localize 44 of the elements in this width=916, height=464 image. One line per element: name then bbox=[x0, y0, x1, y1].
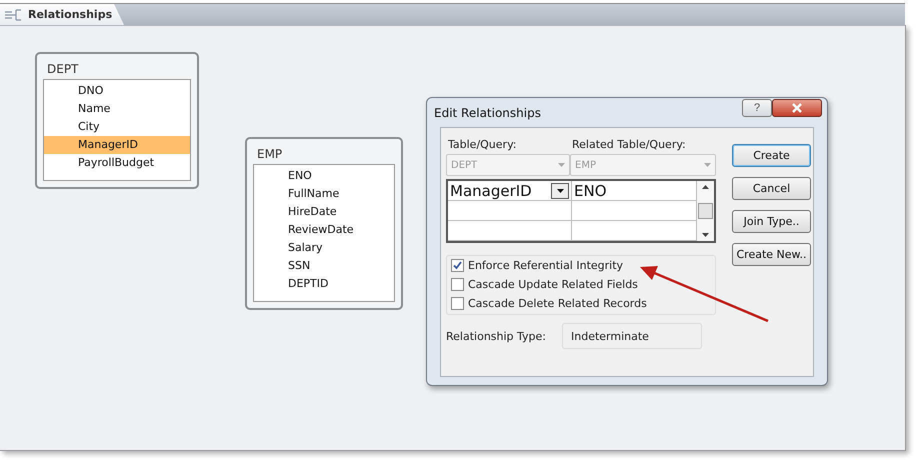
grid-cell[interactable] bbox=[448, 201, 572, 221]
checkbox-label: Cascade Delete Related Records bbox=[468, 297, 647, 310]
dialog-button[interactable]: Join Type.. bbox=[732, 210, 811, 233]
field-item[interactable]: ReviewDate bbox=[254, 221, 394, 239]
field-item[interactable]: FullName bbox=[254, 185, 394, 203]
grid-cell[interactable] bbox=[448, 221, 572, 241]
dialog-button[interactable]: Create New.. bbox=[732, 243, 811, 266]
field-item[interactable]: Name bbox=[44, 100, 190, 118]
relationships-icon bbox=[4, 8, 22, 22]
scroll-down-icon[interactable] bbox=[702, 233, 709, 237]
field-item[interactable]: Salary bbox=[254, 239, 394, 257]
field-item[interactable]: HireDate bbox=[254, 203, 394, 221]
close-button[interactable] bbox=[772, 99, 822, 117]
table-query-label: Table/Query: bbox=[448, 138, 518, 151]
caret-icon bbox=[704, 163, 711, 167]
field-item[interactable]: City bbox=[44, 118, 190, 136]
field-item[interactable]: ENO bbox=[254, 167, 394, 185]
checkbox-label: Enforce Referential Integrity bbox=[468, 259, 624, 272]
related-table-label: Related Table/Query: bbox=[572, 138, 687, 151]
checkbox[interactable] bbox=[451, 278, 464, 291]
document-tab[interactable]: Relationships bbox=[0, 4, 124, 25]
field-item[interactable]: DNO bbox=[44, 82, 190, 100]
dialog-title: Edit Relationships bbox=[434, 106, 542, 120]
checkbox-label: Cascade Update Related Fields bbox=[468, 278, 638, 291]
field-item[interactable]: DEPTID bbox=[254, 275, 394, 293]
dialog-button[interactable]: Create bbox=[732, 144, 811, 167]
field-item[interactable]: ManagerID bbox=[44, 136, 190, 154]
field-item[interactable]: PayrollBudget bbox=[44, 154, 190, 172]
scroll-up-icon[interactable] bbox=[702, 185, 709, 189]
grid-cell[interactable]: ManagerID bbox=[448, 181, 572, 201]
caret-icon bbox=[556, 188, 564, 192]
checkbox[interactable] bbox=[451, 259, 464, 272]
relationship-type-label: Relationship Type: bbox=[446, 330, 546, 342]
dialog-button[interactable]: Cancel bbox=[732, 177, 811, 200]
field-item[interactable]: SSN bbox=[254, 257, 394, 275]
help-button[interactable]: ? bbox=[742, 99, 772, 117]
table-title: DEPT bbox=[46, 61, 80, 78]
scrollbar[interactable] bbox=[697, 181, 714, 241]
dropdown-button[interactable] bbox=[551, 182, 569, 198]
relationship-type-value: Indeterminate bbox=[562, 323, 702, 349]
checkbox[interactable] bbox=[451, 297, 464, 310]
table-title: EMP bbox=[256, 146, 284, 163]
close-icon bbox=[792, 103, 802, 113]
caret-icon bbox=[558, 163, 565, 167]
